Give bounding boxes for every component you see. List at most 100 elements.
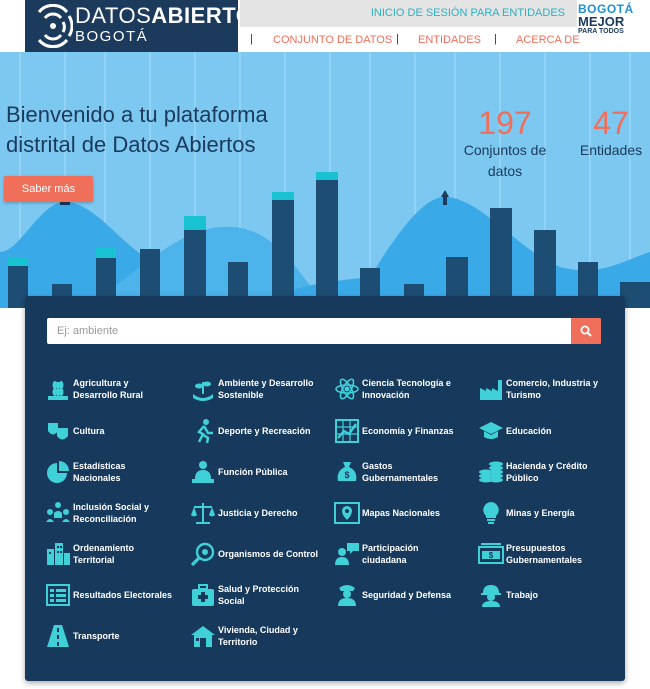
- category-label-line2: Nacionales: [73, 473, 121, 483]
- theater-masks-icon: [45, 418, 71, 444]
- pie-chart-icon: [45, 459, 71, 485]
- category-item[interactable]: Ordenamiento Territorial: [45, 536, 185, 572]
- category-label-line2: ciudadana: [362, 555, 407, 565]
- nav-separator: |: [250, 33, 253, 45]
- category-item[interactable]: Participación ciudadana: [334, 536, 474, 572]
- category-item[interactable]: Trabajo: [478, 577, 618, 613]
- category-item[interactable]: Función Pública: [190, 454, 330, 490]
- graduation-cap-icon: [478, 418, 504, 444]
- category-item[interactable]: Resultados Electorales: [45, 577, 185, 613]
- category-item[interactable]: Hacienda y Crédito Público: [478, 454, 618, 490]
- ballot-list-icon: [45, 582, 71, 608]
- category-label-line1: Ambiente y Desarrollo: [218, 378, 314, 388]
- category-label: Educación: [506, 425, 552, 437]
- category-label-line1: Estadísticas: [73, 461, 126, 471]
- category-label: Mapas Nacionales: [362, 507, 440, 519]
- runner-icon: [190, 418, 216, 444]
- category-item[interactable]: Justicia y Derecho: [190, 495, 330, 531]
- category-label-line1: Mapas Nacionales: [362, 508, 441, 518]
- category-label-line1: Trabajo: [506, 590, 539, 600]
- category-label: Ordenamiento Territorial: [73, 542, 134, 566]
- category-item[interactable]: Agricultura y Desarrollo Rural: [45, 371, 185, 407]
- category-label: Deporte y Recreación: [218, 425, 311, 437]
- top-header: DATOSABIERTOS BOGOTÁ INICIO DE SESIÓN PA…: [0, 0, 650, 52]
- category-label: Economía y Finanzas: [362, 425, 454, 437]
- logo-word-datos: DATOS: [75, 3, 152, 28]
- category-label: Salud y Protección Social: [218, 583, 299, 607]
- main-nav: | CONJUNTO DE DATOS | ENTIDADES | ACERCA…: [240, 30, 580, 50]
- category-label: Organismos de Control: [218, 548, 318, 560]
- category-item[interactable]: $ Gastos Gubernamentales: [334, 454, 474, 490]
- people-group-icon: [45, 500, 71, 526]
- category-label-line1: Educación: [506, 426, 552, 436]
- stat-conjuntos-label-2: datos: [487, 163, 523, 179]
- stat-entidades-label: Entidades: [579, 142, 643, 158]
- badge-line3: PARA TODOS: [578, 28, 624, 35]
- category-label-line1: Vivienda, Ciudad y: [218, 625, 298, 635]
- hero-title-line2: distrital de Datos Abiertos: [6, 132, 256, 157]
- worker-helmet-icon: [478, 582, 504, 608]
- search-bar: [47, 318, 601, 344]
- factory-icon: [478, 376, 504, 402]
- category-item[interactable]: Comercio, Industria y Turismo: [478, 371, 618, 407]
- category-label-line2: Desarrollo Rural: [73, 390, 144, 400]
- category-label: Justicia y Derecho: [218, 507, 298, 519]
- category-item[interactable]: Educación: [478, 413, 618, 449]
- category-label-line1: Salud y Protección: [218, 584, 300, 594]
- category-item[interactable]: Salud y Protección Social: [190, 577, 330, 613]
- category-item[interactable]: Deporte y Recreación: [190, 413, 330, 449]
- category-item[interactable]: Minas y Energía: [478, 495, 618, 531]
- category-item[interactable]: Economía y Finanzas: [334, 413, 474, 449]
- category-label: Agricultura y Desarrollo Rural: [73, 377, 143, 401]
- search-input[interactable]: [47, 318, 567, 344]
- lightbulb-icon: [478, 500, 504, 526]
- category-label-line1: Justicia y Derecho: [218, 508, 298, 518]
- category-label: Cultura: [73, 425, 105, 437]
- public-servant-icon: [190, 459, 216, 485]
- category-label: Seguridad y Defensa: [362, 589, 451, 601]
- category-item[interactable]: Mapas Nacionales: [334, 495, 474, 531]
- category-label-line1: Economía y Finanzas: [362, 426, 454, 436]
- bank-bill-icon: $: [478, 541, 504, 567]
- police-officer-icon: [334, 582, 360, 608]
- svg-text:$: $: [344, 470, 349, 480]
- category-item[interactable]: Estadísticas Nacionales: [45, 454, 185, 490]
- category-item[interactable]: Ciencia Tecnología e Innovación: [334, 371, 474, 407]
- hero-title: Bienvenido a tu plataforma distrital de …: [6, 100, 268, 160]
- logo-mark-icon: [37, 4, 73, 48]
- datos-abiertos-logo[interactable]: DATOSABIERTOS BOGOTÁ: [25, 0, 268, 52]
- category-label-line2: Turismo: [506, 390, 541, 400]
- nav-acerca-de[interactable]: ACERCA DE: [516, 34, 580, 46]
- category-label: Participación ciudadana: [362, 542, 419, 566]
- category-label-line1: Cultura: [73, 426, 105, 436]
- buildings-icon: [45, 541, 71, 567]
- category-item[interactable]: Inclusión Social y Reconciliación: [45, 495, 185, 531]
- category-item[interactable]: $ Presupuestos Gubernamentales: [478, 536, 618, 572]
- category-item[interactable]: Seguridad y Defensa: [334, 577, 474, 613]
- money-bag-icon: $: [334, 459, 360, 485]
- category-item[interactable]: Organismos de Control: [190, 536, 330, 572]
- login-link[interactable]: INICIO DE SESIÓN PARA ENTIDADES: [371, 7, 565, 19]
- category-panel: Agricultura y Desarrollo Rural Ambiente y …: [25, 296, 625, 681]
- category-item[interactable]: Vivienda, Ciudad y Territorio: [190, 618, 330, 654]
- map-pin-icon: [334, 500, 360, 526]
- category-label: Inclusión Social y Reconciliación: [73, 501, 149, 525]
- nav-conjunto-de-datos[interactable]: CONJUNTO DE DATOS: [273, 34, 392, 46]
- category-label-line1: Agricultura y: [73, 378, 129, 388]
- category-label: Gastos Gubernamentales: [362, 460, 438, 484]
- saber-mas-button[interactable]: Saber más: [4, 176, 93, 202]
- category-item[interactable]: Cultura: [45, 413, 185, 449]
- search-button[interactable]: [571, 318, 601, 344]
- nav-entidades[interactable]: ENTIDADES: [418, 34, 481, 46]
- category-label-line2: Territorio: [218, 637, 258, 647]
- category-label-line2: Gubernamentales: [506, 555, 583, 565]
- category-label: Transporte: [73, 630, 120, 642]
- category-label-line1: Deporte y Recreación: [218, 426, 311, 436]
- stat-entidades: 47 Entidades: [572, 106, 650, 161]
- stat-entidades-number: 47: [593, 105, 629, 141]
- category-item[interactable]: Ambiente y Desarrollo Sostenible: [190, 371, 330, 407]
- nav-separator: |: [494, 33, 497, 45]
- category-item[interactable]: Transporte: [45, 618, 185, 654]
- category-label-line2: Sostenible: [218, 390, 264, 400]
- category-label-line1: Transporte: [73, 631, 120, 641]
